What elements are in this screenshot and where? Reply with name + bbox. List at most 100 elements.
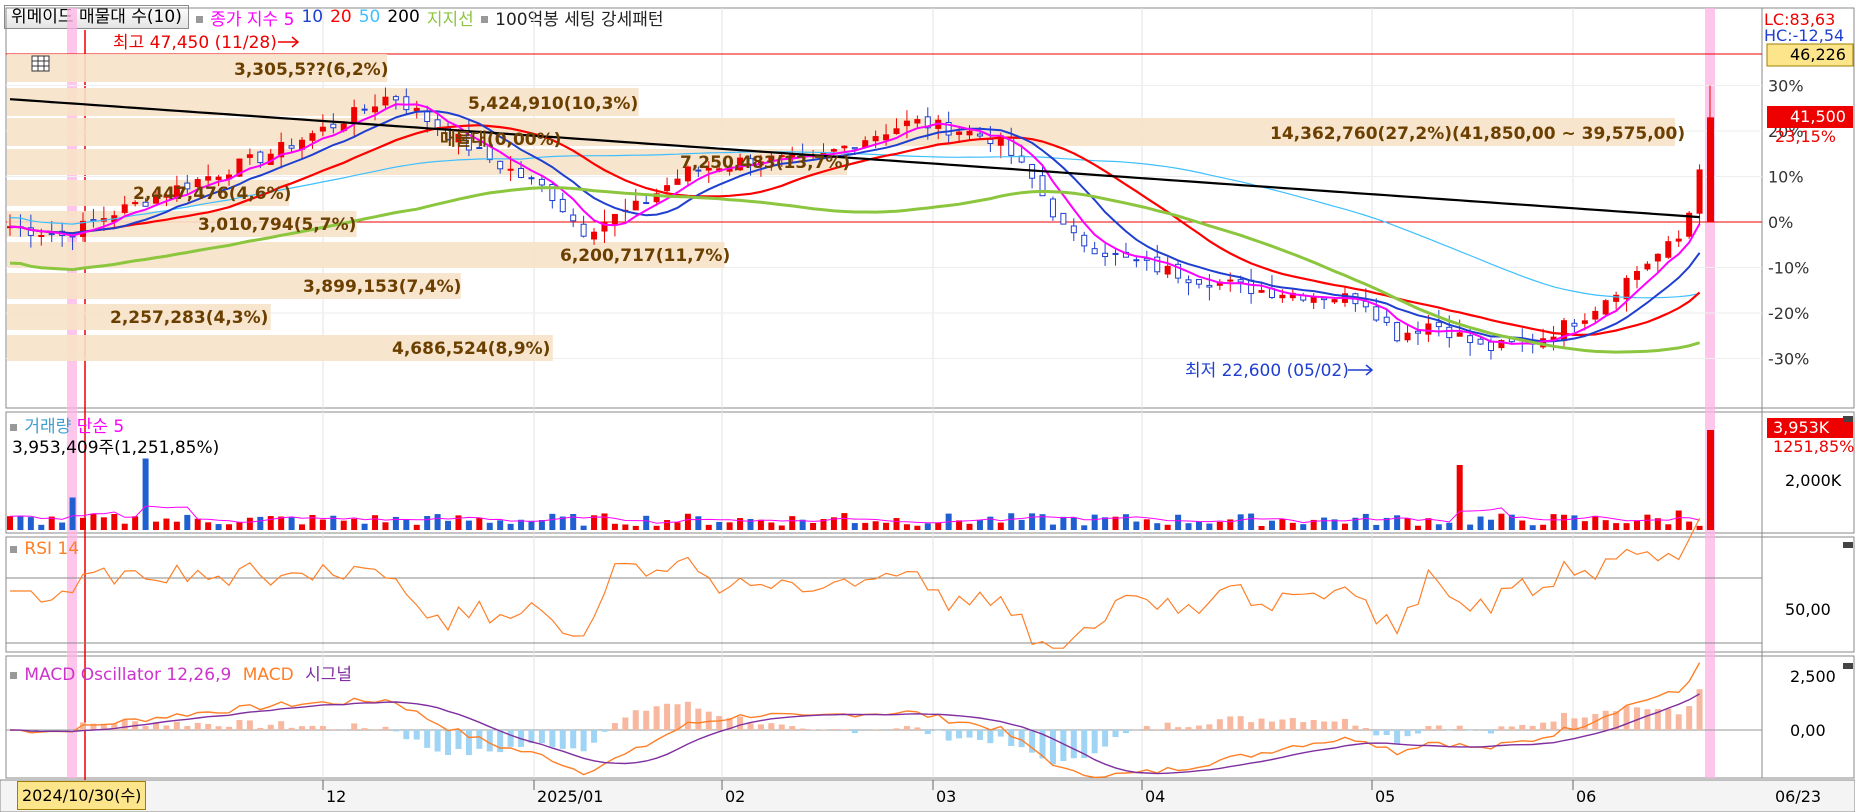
candle-body	[215, 176, 222, 181]
x-axis-label: 12	[326, 787, 346, 806]
macd-oscillator-bar	[246, 720, 253, 730]
chart-canvas[interactable]: 12 2025/01 02 03 04 05 06 06/2330%20%10%0%-10%-…	[0, 0, 1855, 812]
volume-bar	[476, 518, 483, 530]
macd-oscillator-bar	[1383, 730, 1390, 736]
volume-bar	[299, 524, 306, 530]
volume-bar	[1644, 514, 1651, 530]
candle-body	[538, 178, 545, 186]
candle-body	[1112, 252, 1119, 255]
macd-oscillator-bar	[747, 723, 754, 730]
volume-bar	[486, 522, 493, 530]
volume-bar	[851, 523, 858, 530]
volume-bar	[100, 517, 107, 530]
candle-body	[351, 107, 358, 124]
candle-body	[893, 128, 900, 134]
macd-oscillator-bar	[205, 723, 212, 730]
hc-label: HC:-12,54	[1764, 26, 1844, 45]
signal-line	[9, 693, 1700, 775]
macd-oscillator-bar	[1049, 730, 1056, 765]
volume-profile-label: 7,250,483(13,7%)	[680, 153, 850, 173]
volume-bar	[1540, 524, 1547, 530]
macd-oscillator-bar	[664, 703, 671, 730]
macd-oscillator-bar	[445, 730, 452, 756]
candle-body	[246, 154, 253, 158]
volume-bar	[1122, 514, 1129, 530]
volume-badge-label: 3,953K	[1773, 418, 1830, 437]
volume-bar	[883, 522, 890, 530]
macd-oscillator-bar	[966, 730, 973, 738]
volume-bar	[153, 521, 160, 530]
candle-body	[1394, 322, 1401, 342]
candle-body	[1310, 296, 1317, 303]
pane-close-icon[interactable]	[1843, 663, 1853, 669]
volume-bar	[1018, 519, 1025, 530]
candle-body	[121, 204, 128, 213]
volume-bar	[236, 522, 243, 530]
candle-body	[90, 219, 97, 222]
macd-oscillator-bar	[737, 716, 744, 730]
candle-body	[1133, 259, 1140, 262]
candle-body	[1279, 294, 1286, 299]
candle-body	[1404, 332, 1411, 341]
x-axis-label: 2025/01	[537, 787, 603, 806]
volume-bar	[184, 514, 191, 530]
candle-body	[1487, 341, 1494, 351]
legend-marker-icon	[10, 671, 17, 679]
macd-oscillator-bar	[476, 730, 483, 749]
volume-bar	[1279, 519, 1286, 530]
macd-oscillator-bar	[226, 726, 233, 730]
macd-oscillator-bar	[1227, 716, 1234, 730]
macd-oscillator-bar	[121, 719, 128, 730]
chart-window: 위메이드 매물대 수(10) 종가 지수 5 10 20 50 200 지지선 …	[0, 0, 1855, 812]
macd-oscillator-bar	[163, 725, 170, 730]
macd-oscillator-bar	[611, 723, 618, 730]
volume-bar	[1675, 510, 1682, 530]
candle-body	[528, 177, 535, 180]
volume-bar	[1154, 523, 1161, 530]
volume-profile-label: 3,305,5??(6,2%)	[234, 60, 388, 80]
volume-bar	[497, 520, 504, 530]
macd-tick-label: 0,00	[1790, 721, 1826, 740]
macd-oscillator-bar	[653, 706, 660, 730]
macd-oscillator-bar	[1237, 716, 1244, 730]
volume-bar	[841, 513, 848, 530]
volume-bar	[69, 497, 76, 530]
volume-bar	[1195, 521, 1202, 530]
candle-body	[987, 138, 994, 144]
volume-bar	[956, 520, 963, 530]
volume-bar	[1081, 525, 1088, 530]
pane-close-icon[interactable]	[1843, 416, 1853, 422]
candle-body	[1102, 252, 1109, 258]
candle-body	[664, 185, 671, 192]
macd-oscillator-bar	[1341, 718, 1348, 730]
volume-bar	[1237, 514, 1244, 530]
volume-bar	[1456, 465, 1463, 530]
macd-oscillator-bar	[924, 730, 931, 735]
volume-bar	[351, 518, 358, 530]
macd-label: MACD	[242, 665, 294, 685]
x-axis-end-date: 06/23	[1775, 787, 1821, 806]
volume-bar	[142, 458, 149, 530]
macd-oscillator-bar	[893, 728, 900, 730]
rsi-line	[10, 517, 1701, 649]
volume-bar	[1487, 519, 1494, 530]
macd-oscillator-bar	[413, 730, 420, 740]
candle-body	[903, 120, 910, 127]
volume-bar	[205, 522, 212, 530]
volume-bar	[903, 524, 910, 530]
macd-oscillator-bar	[716, 715, 723, 730]
candle-body	[38, 235, 45, 238]
macd-oscillator-bar	[299, 726, 306, 730]
price-low-label: 최저 22,600 (05/02)	[1185, 361, 1349, 381]
pane-close-icon[interactable]	[1843, 542, 1853, 548]
macd-oscillator-bar	[392, 730, 399, 732]
macd-oscillator-bar	[903, 725, 910, 730]
macd-oscillator-bar	[757, 724, 764, 730]
volume-bar	[664, 519, 671, 530]
macd-oscillator-bar	[1508, 726, 1515, 730]
low-arrow-icon	[1348, 364, 1374, 376]
candle-body	[830, 149, 837, 152]
macd-oscillator-bar	[1164, 722, 1171, 730]
candle-body	[1414, 330, 1421, 334]
volume-bar	[632, 525, 639, 530]
